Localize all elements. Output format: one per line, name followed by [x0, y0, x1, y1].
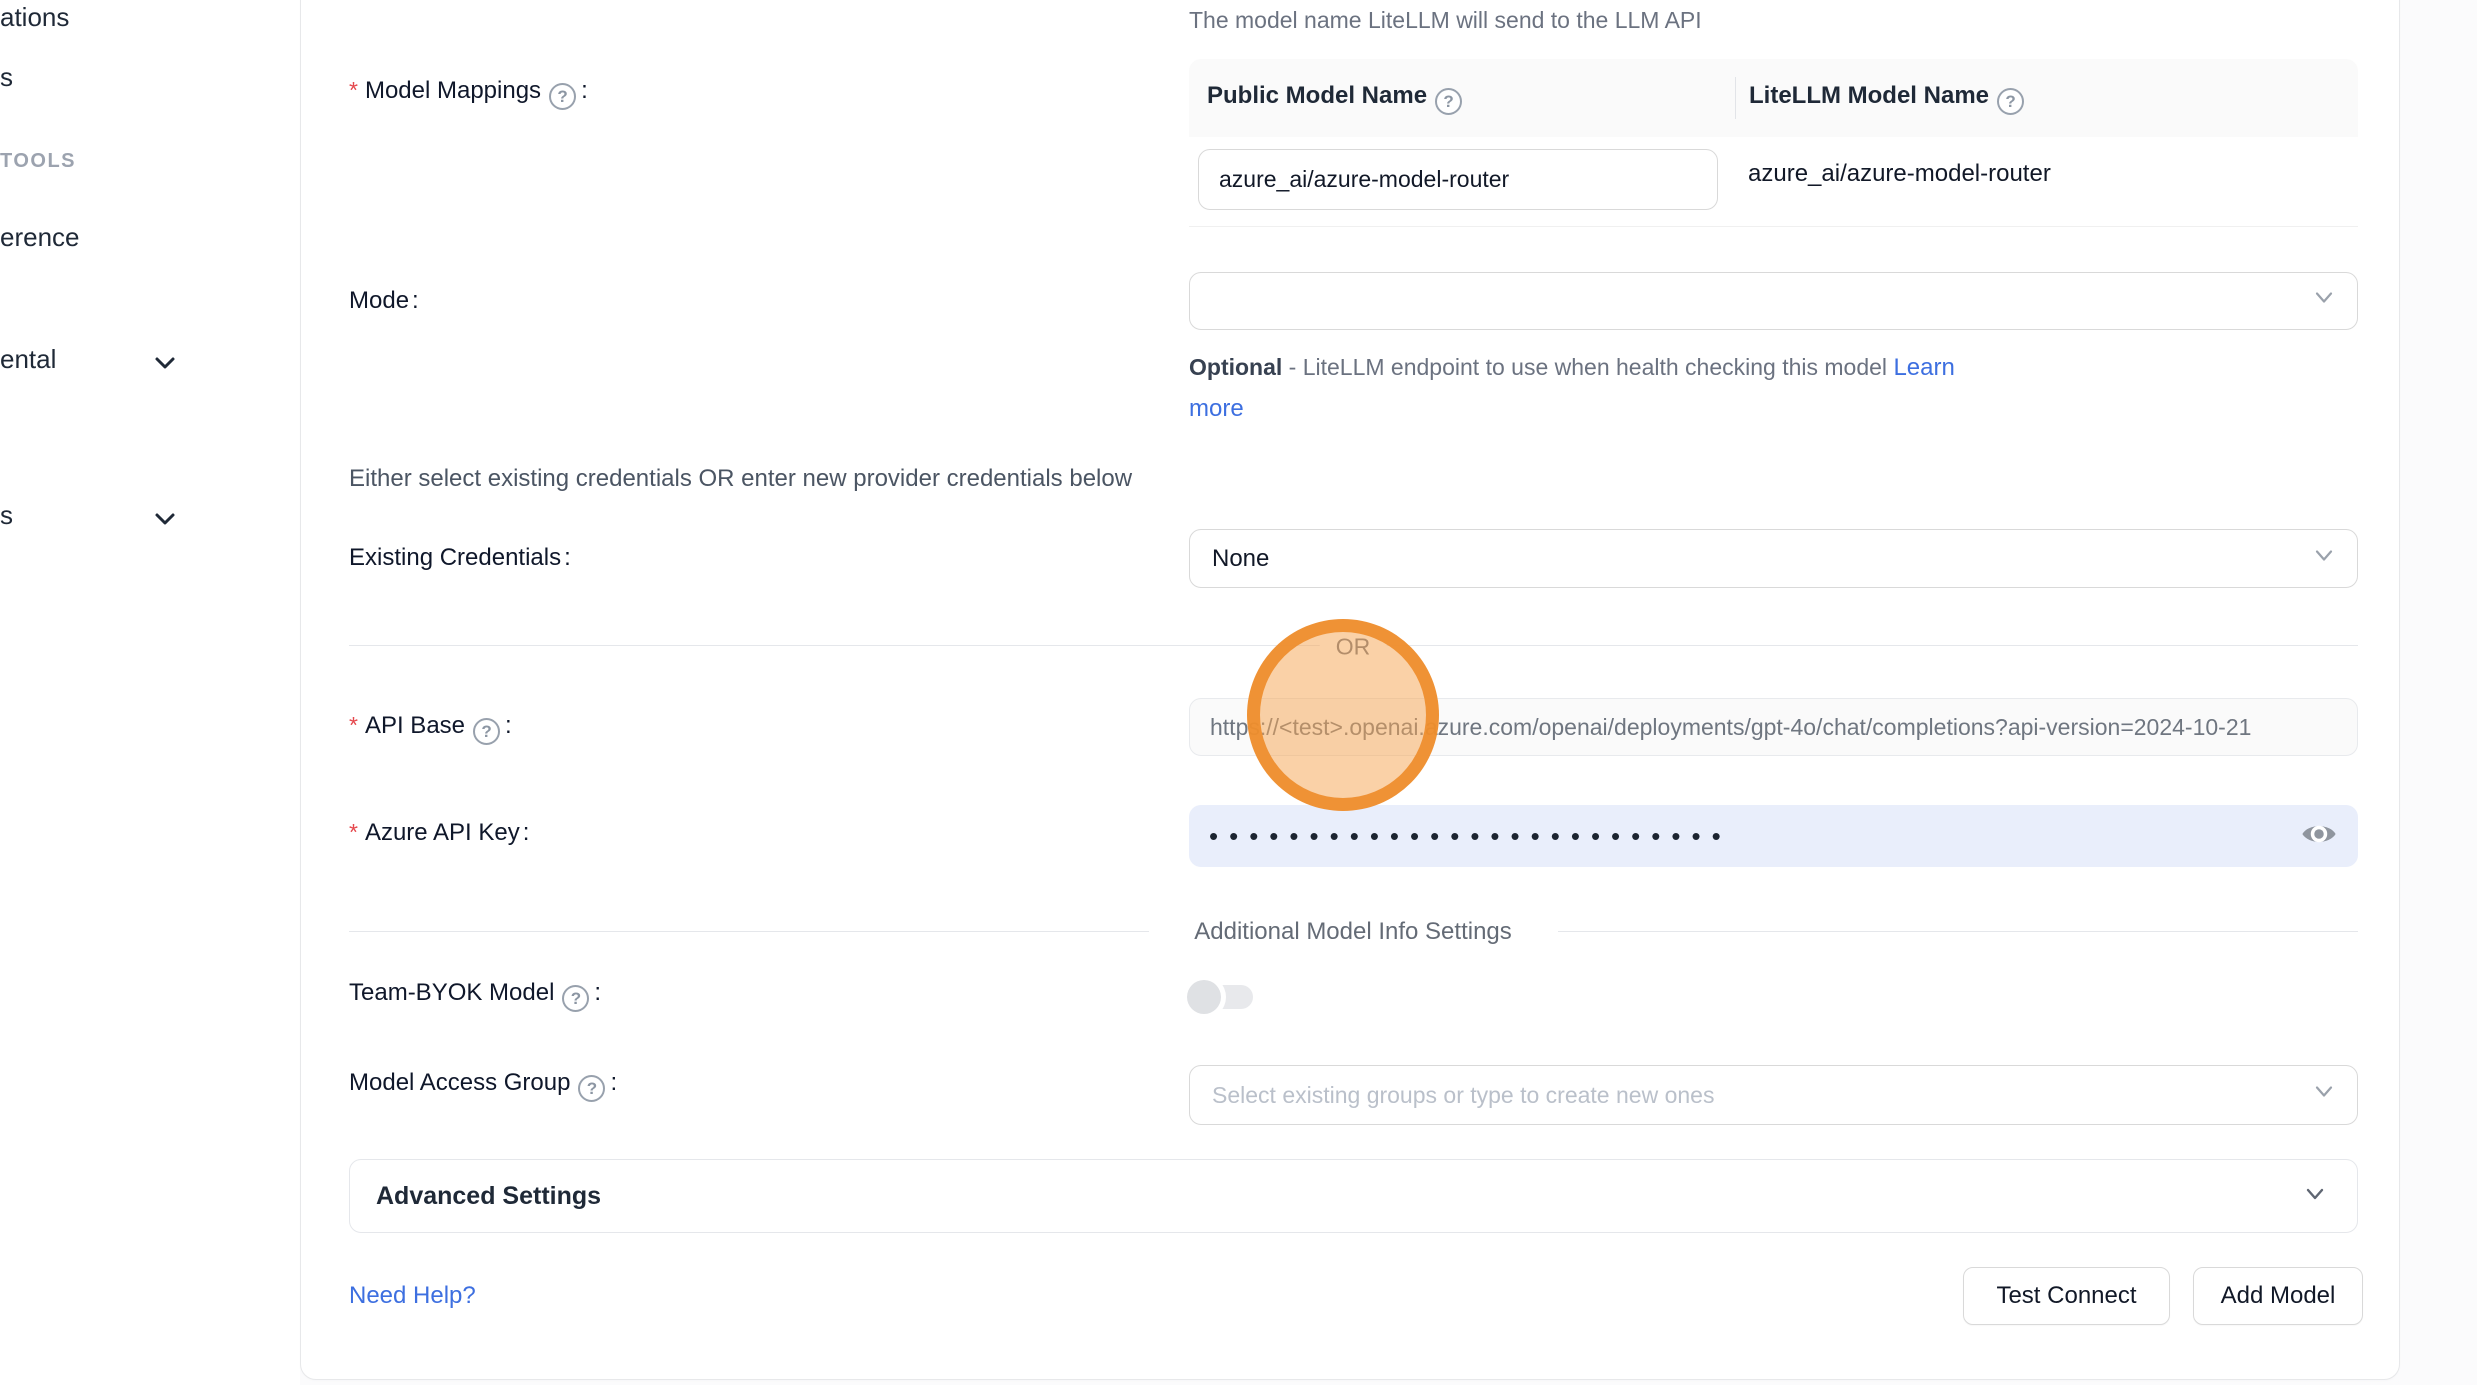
chevron-down-icon: [2309, 283, 2339, 320]
help-question-icon[interactable]: ?: [1435, 88, 1462, 115]
sidebar-item-settings[interactable]: s: [0, 500, 13, 531]
chevron-down-icon: [2309, 540, 2339, 577]
team-byok-label: Team-BYOK Model?:: [349, 979, 601, 1012]
existing-credentials-label: Existing Credentials:: [349, 544, 571, 572]
sidebar-item-models[interactable]: s: [0, 62, 13, 93]
help-question-icon[interactable]: ?: [1997, 88, 2024, 115]
azure-api-key-label: *Azure API Key:: [349, 819, 529, 847]
toggle-knob: [1187, 980, 1221, 1014]
sidebar-item-label: ations: [0, 2, 69, 32]
required-marker: *: [349, 712, 358, 738]
sidebar-item-experimental[interactable]: ental: [0, 344, 56, 375]
model-access-group-label: Model Access Group?:: [349, 1069, 617, 1102]
additional-settings-divider-label: Additional Model Info Settings: [1172, 918, 1534, 946]
existing-credentials-value: None: [1212, 545, 1269, 573]
team-byok-toggle[interactable]: [1191, 985, 1253, 1009]
existing-credentials-select[interactable]: None: [1189, 529, 2358, 588]
litellm-model-name-header: LiteLLM Model Name?: [1735, 82, 2026, 115]
column-divider: [1735, 77, 1736, 119]
sidebar: ations s TOOLS erence ental s: [0, 0, 300, 1385]
mode-label: Mode:: [349, 287, 419, 315]
chevron-down-icon: [2299, 1178, 2331, 1215]
model-access-group-select[interactable]: Select existing groups or type to create…: [1189, 1065, 2358, 1125]
chevron-down-icon: [148, 502, 182, 543]
help-question-icon[interactable]: ?: [549, 83, 576, 110]
chevron-down-icon: [2309, 1077, 2339, 1114]
api-base-label: *API Base?:: [349, 712, 512, 745]
test-connect-button[interactable]: Test Connect: [1963, 1267, 2170, 1325]
table-row: azure_ai/azure-model-router: [1189, 137, 2358, 227]
required-marker: *: [349, 77, 358, 103]
mode-help-text: Optional - LiteLLM endpoint to use when …: [1189, 347, 2004, 429]
add-model-form-card: The model name LiteLLM will send to the …: [300, 0, 2400, 1380]
help-question-icon[interactable]: ?: [562, 985, 589, 1012]
need-help-link[interactable]: Need Help?: [349, 1282, 476, 1310]
api-base-input[interactable]: [1189, 698, 2358, 756]
sidebar-item-label: s: [0, 62, 13, 92]
model-mappings-label: *Model Mappings?:: [349, 77, 588, 110]
azure-api-key-input[interactable]: ••••••••••••••••••••••••••: [1189, 805, 2358, 867]
public-model-name-header: Public Model Name?: [1189, 82, 1735, 115]
eye-icon[interactable]: [2300, 815, 2338, 858]
help-question-icon[interactable]: ?: [578, 1075, 605, 1102]
add-model-button[interactable]: Add Model: [2193, 1267, 2363, 1325]
model-mappings-table: Public Model Name? LiteLLM Model Name? a…: [1189, 59, 2358, 227]
help-question-icon[interactable]: ?: [473, 718, 500, 745]
model-name-hint: The model name LiteLLM will send to the …: [1189, 7, 1702, 34]
required-marker: *: [349, 819, 358, 845]
sidebar-item-label: ental: [0, 344, 56, 374]
sidebar-item-label: erence: [0, 222, 80, 252]
model-access-group-placeholder: Select existing groups or type to create…: [1212, 1082, 1714, 1109]
sidebar-section-tools: TOOLS: [0, 150, 76, 173]
advanced-settings-panel[interactable]: Advanced Settings: [349, 1159, 2358, 1233]
sidebar-item-label: s: [0, 500, 13, 530]
sidebar-item-inference[interactable]: erence: [0, 222, 80, 253]
model-mappings-table-header: Public Model Name? LiteLLM Model Name?: [1189, 59, 2358, 137]
section-divider-line: [1558, 931, 2358, 932]
public-model-name-input[interactable]: [1198, 149, 1718, 210]
optional-emphasis: Optional: [1189, 354, 1282, 380]
masked-password-dots: ••••••••••••••••••••••••••: [1209, 805, 2300, 867]
sidebar-section-label: TOOLS: [0, 150, 76, 172]
litellm-model-name-value: azure_ai/azure-model-router: [1748, 137, 2051, 211]
section-divider-line: [349, 931, 1149, 932]
mode-select[interactable]: [1189, 272, 2358, 330]
or-divider-label: OR: [1320, 634, 1387, 661]
credentials-note: Either select existing credentials OR en…: [349, 465, 1132, 493]
chevron-down-icon: [148, 346, 182, 387]
sidebar-item-integrations[interactable]: ations: [0, 2, 69, 33]
advanced-settings-title: Advanced Settings: [376, 1182, 2299, 1211]
